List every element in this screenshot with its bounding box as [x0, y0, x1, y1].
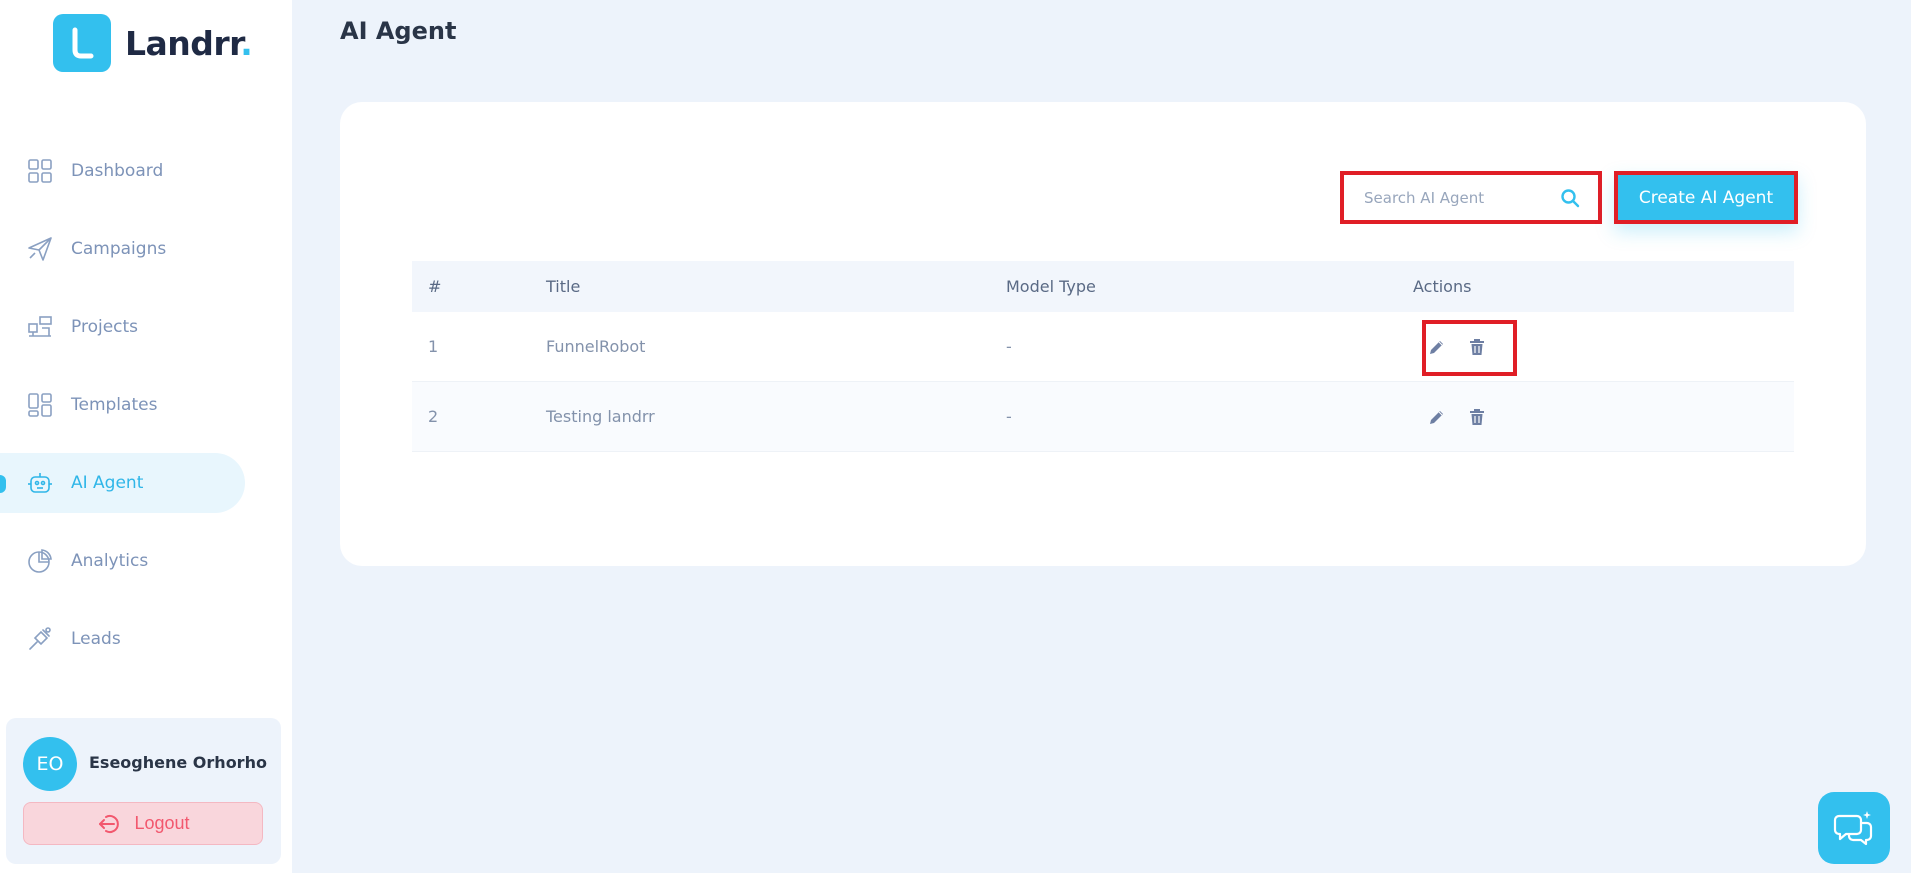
- sidebar-item-label: Templates: [71, 395, 158, 415]
- sidebar-item-templates[interactable]: Templates: [0, 375, 245, 435]
- search-box: [1340, 171, 1602, 224]
- actions-highlight: [1422, 320, 1517, 376]
- logout-button[interactable]: Logout: [23, 802, 263, 845]
- pie-chart-icon: [27, 548, 53, 574]
- brand-logo[interactable]: Landrr.: [53, 14, 253, 72]
- sidebar-item-label: Dashboard: [71, 161, 164, 181]
- user-card: EO Eseoghene Orhorho Logout: [6, 718, 281, 864]
- column-header-number: #: [428, 277, 442, 296]
- grid-icon: [27, 158, 53, 184]
- create-button-wrap: Create AI Agent: [1614, 171, 1798, 224]
- create-ai-agent-button[interactable]: Create AI Agent: [1618, 175, 1794, 220]
- sidebar-item-analytics[interactable]: Analytics: [0, 531, 245, 591]
- column-header-actions: Actions: [1413, 277, 1472, 296]
- robot-icon: [27, 470, 53, 496]
- paper-plane-icon: [27, 236, 53, 262]
- sidebar-item-label: Analytics: [71, 551, 149, 571]
- row-model-type: -: [1006, 407, 1012, 426]
- logout-icon: [99, 814, 120, 833]
- logo-icon: [53, 14, 111, 72]
- table-row: 2 Testing landrr -: [412, 382, 1794, 452]
- layout-icon: [27, 392, 53, 418]
- sidebar-item-campaigns[interactable]: Campaigns: [0, 219, 245, 279]
- row-number: 1: [428, 337, 439, 356]
- row-model-type: -: [1006, 337, 1012, 356]
- sidebar-item-projects[interactable]: Projects: [0, 297, 245, 357]
- logout-label: Logout: [134, 813, 190, 833]
- trash-icon[interactable]: [1467, 407, 1487, 427]
- search-icon[interactable]: [1560, 188, 1580, 212]
- sidebar-nav: Dashboard Campaigns Projects Templates A…: [0, 141, 292, 687]
- page-title: AI Agent: [340, 17, 457, 45]
- row-actions: [1413, 407, 1794, 427]
- sidebar-item-ai-agent[interactable]: AI Agent: [0, 453, 245, 513]
- table-row: 1 FunnelRobot -: [412, 312, 1794, 382]
- edit-icon[interactable]: [1427, 407, 1447, 427]
- sidebar-item-label: Projects: [71, 317, 139, 337]
- ai-agent-table: # Title Model Type Actions 1 FunnelRobot…: [412, 261, 1794, 452]
- chat-support-button[interactable]: [1818, 792, 1890, 864]
- row-title: FunnelRobot: [546, 337, 646, 356]
- leads-icon: [27, 626, 53, 652]
- sidebar: Landrr. Dashboard Campaigns Projects Tem…: [0, 0, 292, 873]
- column-header-title: Title: [546, 277, 581, 296]
- column-header-model-type: Model Type: [1006, 277, 1096, 296]
- sidebar-item-label: Campaigns: [71, 239, 167, 259]
- sidebar-item-dashboard[interactable]: Dashboard: [0, 141, 245, 201]
- avatar[interactable]: EO: [23, 737, 77, 791]
- row-title: Testing landrr: [546, 407, 655, 426]
- row-number: 2: [428, 407, 439, 426]
- sidebar-item-label: AI Agent: [71, 473, 144, 493]
- table-header: # Title Model Type Actions: [412, 261, 1794, 312]
- projects-icon: [27, 314, 53, 340]
- brand-name: Landrr.: [125, 23, 253, 63]
- sidebar-item-leads[interactable]: Leads: [0, 609, 245, 669]
- sidebar-item-label: Leads: [71, 629, 121, 649]
- user-name: Eseoghene Orhorho: [89, 753, 267, 772]
- chat-icon: [1833, 811, 1873, 846]
